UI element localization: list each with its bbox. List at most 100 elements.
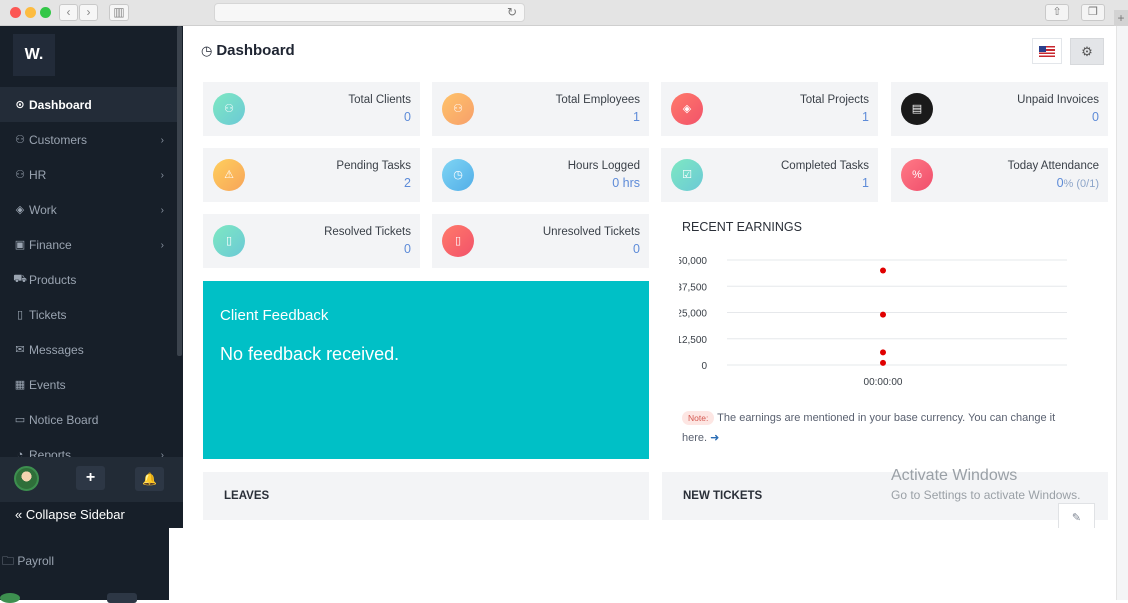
sidebar-item-products[interactable]: ⛟ Products (0, 262, 177, 297)
tabs-overview-button[interactable]: ❐ (1081, 4, 1105, 21)
stat-label: Total Clients (348, 94, 411, 106)
stat-label: Resolved Tickets (324, 226, 411, 238)
forward-button[interactable]: › (79, 4, 98, 21)
app-logo[interactable]: W. (13, 34, 55, 76)
stat-label: Unpaid Invoices (1017, 94, 1099, 106)
sidebar-item-work[interactable]: ◈ Work › (0, 192, 177, 227)
language-button[interactable] (1032, 38, 1062, 64)
sidebar-item-finance[interactable]: ▣ Finance › (0, 227, 177, 262)
gear-icon: ⚙ (1081, 44, 1093, 59)
stat-card-total-clients[interactable]: ⚇ Total Clients 0 (203, 82, 420, 136)
new-tab-button[interactable]: + (1114, 10, 1128, 26)
activate-windows-watermark: Activate Windows Go to Settings to activ… (891, 467, 1080, 502)
sidebar-item-label: Events (29, 377, 66, 392)
quick-add-button[interactable]: + (76, 466, 105, 490)
footer-button-duplicate (107, 593, 137, 603)
dashboard-icon: ⊙ (15, 99, 25, 111)
data-point[interactable] (880, 359, 886, 366)
stat-card-resolved-tickets[interactable]: ▯ Resolved Tickets 0 (203, 214, 420, 268)
data-point[interactable] (880, 349, 886, 356)
stat-card-total-employees[interactable]: ⚇ Total Employees 1 (432, 82, 649, 136)
dashboard-icon: ◷ (201, 42, 213, 58)
page-title: ◷ Dashboard (201, 42, 295, 59)
stat-label: Hours Logged (567, 160, 640, 172)
users-icon: ⚇ (15, 134, 25, 146)
zoom-window-button[interactable] (40, 7, 51, 18)
minimize-window-button[interactable] (25, 7, 36, 18)
page-title-text: Dashboard (216, 42, 295, 59)
ticket-icon: ▯ (442, 225, 474, 257)
stat-label: Total Projects (799, 94, 869, 106)
browser-toolbar: ‹ › ▥ ↻ ⇧ ❐ + (0, 0, 1128, 26)
sidebar-item-label: Products (29, 272, 77, 287)
sidebar-item-customers[interactable]: ⚇ Customers › (0, 122, 177, 157)
arrow-right-icon[interactable]: ➜ (710, 432, 719, 444)
note-badge: Note: (682, 411, 715, 426)
user-icon: ⚇ (442, 93, 474, 125)
client-feedback-message: No feedback received. (220, 344, 400, 364)
sidebar-toggle-button[interactable]: ▥ (109, 4, 129, 21)
sidebar-item-dashboard[interactable]: ⊙ Dashboard (0, 87, 177, 122)
stat-card-unresolved-tickets[interactable]: ▯ Unresolved Tickets 0 (432, 214, 649, 268)
stat-card-total-projects[interactable]: ◈ Total Projects 1 (661, 82, 878, 136)
edit-icon: ✎ (1071, 512, 1082, 524)
address-bar[interactable]: ↻ (214, 3, 525, 22)
stat-value: 0 (404, 242, 411, 256)
stat-value: 1 (862, 110, 869, 124)
sidebar-item-label: Customers (29, 132, 88, 147)
sidebar-item-hr[interactable]: ⚇ HR › (0, 157, 177, 192)
stat-value: 0 (633, 242, 640, 256)
sidebar-item-label: Notice Board (29, 412, 99, 427)
earnings-note: Note: The earnings are mentioned in your… (682, 408, 1077, 448)
client-feedback-title: Client Feedback (220, 307, 329, 324)
close-window-button[interactable] (10, 7, 21, 18)
watermark-subtitle: Go to Settings to activate Windows. (891, 488, 1081, 502)
stat-label: Completed Tasks (781, 160, 869, 172)
watermark-title: Activate Windows (891, 467, 1018, 484)
sidebar-item-label: HR (29, 167, 47, 182)
data-point[interactable] (880, 311, 886, 318)
page-bottom-area (169, 528, 1116, 600)
sidebar-item-payroll[interactable]: 🗀 Payroll (0, 552, 54, 573)
stat-label: Total Employees (555, 94, 640, 106)
chevron-right-icon: › (160, 135, 164, 146)
dashboard-settings-button[interactable]: ⚙ (1070, 38, 1104, 65)
y-tick-label: 0 (701, 361, 707, 372)
stat-value: 0 (1092, 110, 1099, 124)
stat-value: 0% (0/1) (1057, 176, 1099, 190)
new-tickets-title: NEW TICKETS (683, 490, 763, 502)
stat-label: Unresolved Tickets (542, 226, 640, 238)
avatar[interactable] (14, 466, 39, 491)
envelope-icon: ✉ (15, 344, 25, 356)
stat-card-pending-tasks[interactable]: ⚠ Pending Tasks 2 (203, 148, 420, 202)
stat-value-sub: % (0/1) (1063, 178, 1099, 190)
window-right-edge (1116, 26, 1128, 600)
stat-card-hours-logged[interactable]: ◷ Hours Logged 0 hrs (432, 148, 649, 202)
sidebar-scrollbar[interactable] (177, 26, 182, 356)
stat-card-completed-tasks[interactable]: ☑ Completed Tasks 1 (661, 148, 878, 202)
note-text: The earnings are mentioned in your base … (682, 412, 1056, 444)
collapse-sidebar-button[interactable]: « Collapse Sidebar (0, 502, 183, 528)
reload-icon[interactable]: ↻ (507, 5, 517, 19)
sidebar-item-messages[interactable]: ✉ Messages (0, 332, 177, 367)
data-point[interactable] (880, 267, 886, 274)
sidebar-footer: + 🔔 (0, 457, 183, 502)
notifications-button[interactable]: 🔔 (135, 467, 164, 491)
stat-value: 1 (633, 110, 640, 124)
stat-label: Today Attendance (1007, 160, 1099, 172)
sidebar-item-tickets[interactable]: ▯ Tickets (0, 297, 177, 332)
us-flag-icon (1039, 46, 1055, 57)
sidebar: W. ⊙ Dashboard ⚇ Customers › ⚇ HR › ◈ Wo… (0, 26, 183, 528)
back-button[interactable]: ‹ (59, 4, 78, 21)
sidebar-item-label: Messages (29, 342, 84, 357)
sidebar-item-label: Tickets (29, 307, 67, 322)
invoice-icon: ▤ (901, 93, 933, 125)
stat-card-today-attendance[interactable]: % Today Attendance 0% (0/1) (891, 148, 1108, 202)
stat-card-unpaid-invoices[interactable]: ▤ Unpaid Invoices 0 (891, 82, 1108, 136)
share-button[interactable]: ⇧ (1045, 4, 1069, 21)
chevron-right-icon: › (160, 240, 164, 251)
sidebar-item-label: Work (29, 202, 57, 217)
stat-value: 1 (862, 176, 869, 190)
sidebar-item-notice-board[interactable]: ▭ Notice Board (0, 402, 177, 437)
sidebar-item-events[interactable]: ▦ Events (0, 367, 177, 402)
